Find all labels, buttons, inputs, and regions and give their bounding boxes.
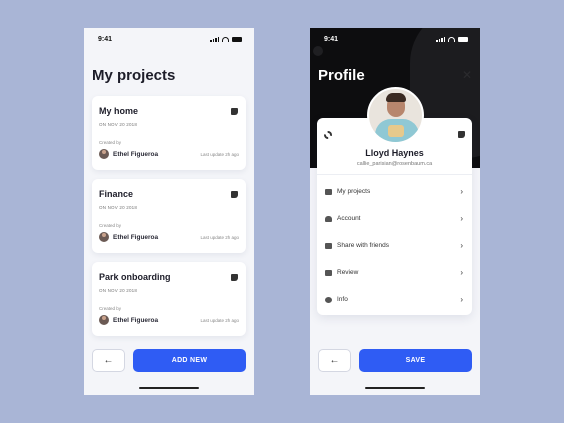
chevron-right-icon: › [460,187,463,196]
gear-icon[interactable] [324,131,332,139]
created-by-label: Created by [99,306,122,311]
avatar [99,149,109,159]
project-card[interactable]: My home ON NOV 20 2018 Created by Ethel … [92,96,246,170]
menu-item-label: Account [337,215,361,222]
note-icon[interactable] [231,108,238,115]
user-icon [325,215,332,222]
menu-item-share-with-friends[interactable]: Share with friends › [317,232,472,259]
page-title: My projects [92,67,176,84]
signal-icon [210,36,219,42]
note-icon[interactable] [231,274,238,281]
decorative-x-icon: ✕ [461,68,472,82]
owner-name: Ethel Figueroa [113,234,159,241]
menu-item-label: My projects [337,188,371,195]
home-indicator [139,387,199,389]
project-date: ON NOV 20 2018 [99,288,138,293]
owner-name: Ethel Figueroa [113,317,159,324]
menu-item-label: Info [337,296,348,303]
avatar [99,232,109,242]
profile-screen: ✕ 9:41 Profile Lloyd Haynes callie_paris… [310,28,480,395]
menu-item-label: Share with friends [337,242,390,249]
signal-icon [436,36,445,42]
project-title: Park onboarding [99,272,171,282]
profile-name: Lloyd Haynes [365,148,424,158]
created-by-label: Created by [99,223,122,228]
project-date: ON NOV 20 2018 [99,205,138,210]
menu-item-label: Review [337,269,359,276]
last-update: Last update 2h ago [200,235,239,240]
project-title: Finance [99,189,134,199]
note-icon[interactable] [231,191,238,198]
avatar[interactable] [367,87,424,144]
bottom-actions: ← ADD NEW [92,349,246,372]
info-icon [325,296,332,303]
chevron-right-icon: › [460,295,463,304]
add-new-button[interactable]: ADD NEW [133,349,246,372]
megaphone-icon [325,242,332,249]
status-time: 9:41 [98,35,113,43]
projects-screen: 9:41 My projects My home ON NOV 20 2018 … [84,28,254,395]
status-bar: 9:41 [98,34,242,44]
bottom-actions: ← SAVE [318,349,472,372]
back-button[interactable]: ← [92,349,125,372]
owner-name: Ethel Figueroa [113,151,159,158]
save-button[interactable]: SAVE [359,349,472,372]
last-update: Last update 2h ago [200,318,239,323]
project-card[interactable]: Park onboarding ON NOV 20 2018 Created b… [92,262,246,336]
menu-item-my-projects[interactable]: My projects › [317,178,472,205]
decorative-shape [313,46,323,56]
status-time: 9:41 [324,35,339,43]
battery-icon [232,36,242,42]
folder-icon [325,188,332,195]
project-title: My home [99,106,139,116]
menu-item-info[interactable]: Info › [317,286,472,313]
menu-item-account[interactable]: Account › [317,205,472,232]
last-update: Last update 2h ago [200,152,239,157]
avatar [99,315,109,325]
divider [317,174,472,175]
status-bar: 9:41 [324,34,468,44]
home-indicator [365,387,425,389]
project-date: ON NOV 20 2018 [99,122,138,127]
menu-item-review[interactable]: Review › [317,259,472,286]
created-by-label: Created by [99,140,122,145]
battery-icon [458,36,468,42]
page-title: Profile [318,67,365,84]
wifi-icon [448,36,455,42]
wifi-icon [222,36,229,42]
thumbs-up-icon [325,269,332,276]
profile-email: callie_parisian@rosenbaum.ca [356,161,433,167]
note-icon[interactable] [458,131,465,138]
chevron-right-icon: › [460,241,463,250]
chevron-right-icon: › [460,268,463,277]
project-card[interactable]: Finance ON NOV 20 2018 Created by Ethel … [92,179,246,253]
back-button[interactable]: ← [318,349,351,372]
chevron-right-icon: › [460,214,463,223]
profile-card: Lloyd Haynes callie_parisian@rosenbaum.c… [317,87,472,315]
